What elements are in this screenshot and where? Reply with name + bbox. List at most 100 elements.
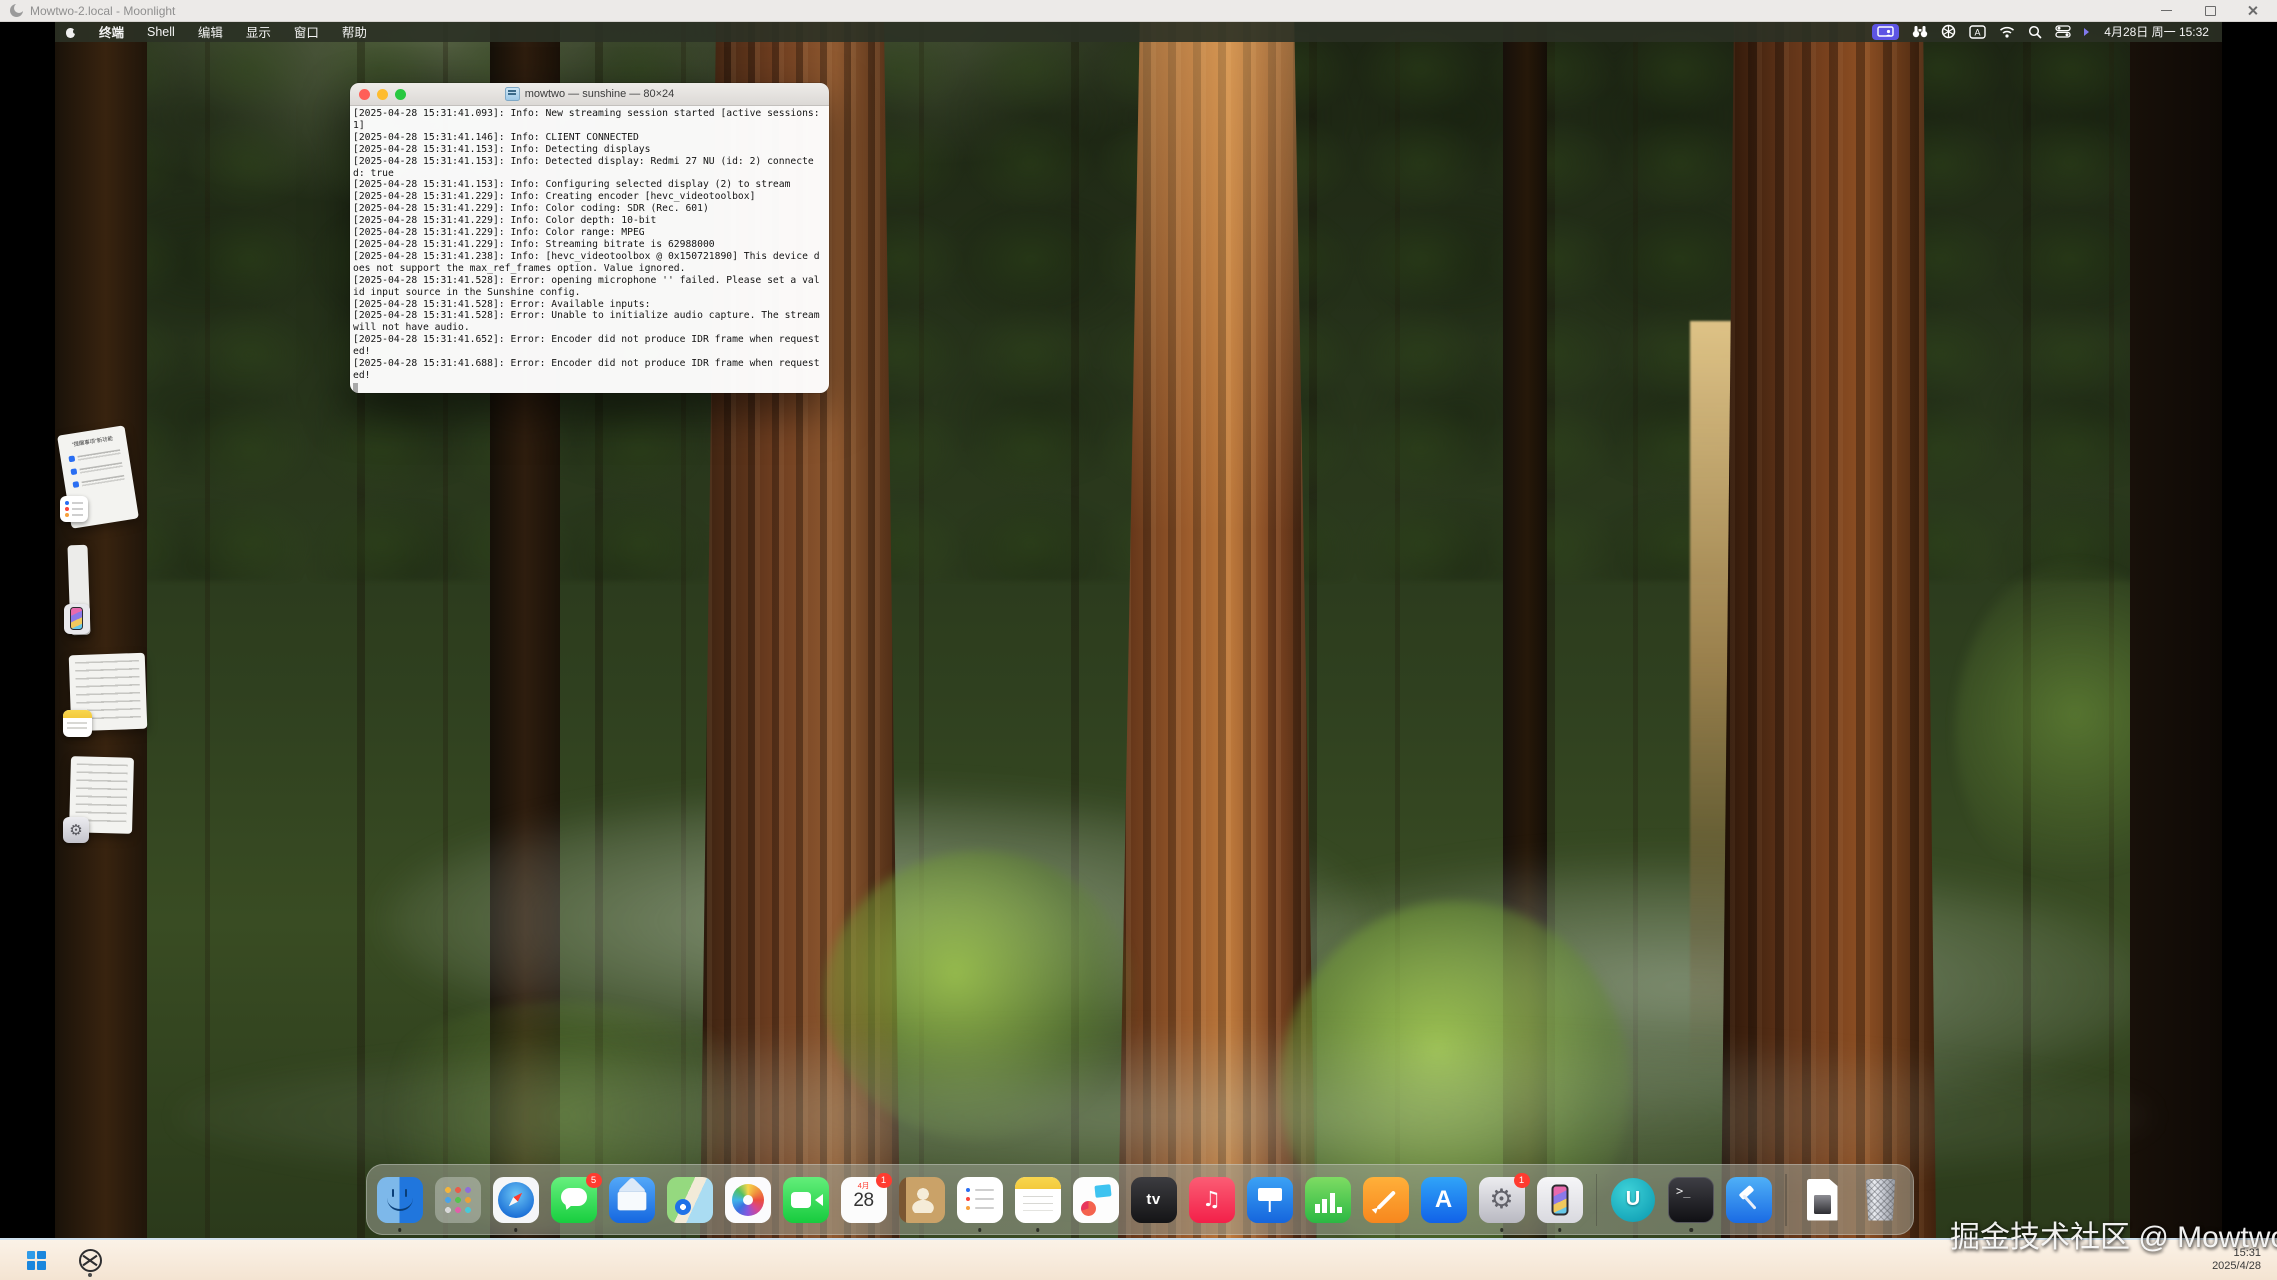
- notification-badge: 5: [586, 1173, 602, 1188]
- xcode-icon: [1726, 1177, 1772, 1223]
- dock-item-safari[interactable]: [493, 1177, 539, 1223]
- utm-icon: [1610, 1177, 1656, 1223]
- windows-taskbar: 15:31 2025/4/28: [0, 1238, 2277, 1280]
- wallpaper-foliage: [1955, 561, 2195, 901]
- terminal-window[interactable]: mowtwo — sunshine — 80×24 [2025-04-28 15…: [350, 83, 829, 393]
- reminders-icon: [60, 496, 88, 522]
- wallpaper-trunk: [1118, 21, 1316, 1238]
- maximize-button[interactable]: [2195, 0, 2225, 21]
- dock-item-maps[interactable]: [667, 1177, 713, 1223]
- wallpaper-fog: [385, 791, 1365, 1051]
- terminal-minimize-button[interactable]: [377, 89, 388, 100]
- iphone-icon: [64, 604, 90, 634]
- taskbar-moonlight-button[interactable]: [70, 1243, 110, 1277]
- control-center-icon[interactable]: [2055, 25, 2071, 38]
- calendar-month: 4月: [858, 1181, 870, 1190]
- menubar-clock[interactable]: 4月28日 周一 15:32: [2104, 23, 2209, 40]
- feature-icon: [68, 455, 75, 462]
- minimize-icon: [2161, 10, 2172, 12]
- notification-badge: 1: [876, 1173, 892, 1188]
- menu-help[interactable]: 帮助: [342, 22, 367, 41]
- dock-item-iphone-mirroring[interactable]: [1537, 1177, 1583, 1223]
- spotlight-icon[interactable]: [2028, 25, 2042, 39]
- terminal-zoom-button[interactable]: [395, 89, 406, 100]
- moonlight-status-icon[interactable]: [1941, 24, 1956, 39]
- streamed-macos-display: 终端 Shell 编辑 显示 窗口 帮助 A: [55, 21, 2222, 1238]
- music-icon: [1189, 1177, 1235, 1223]
- terminal-close-button[interactable]: [359, 89, 370, 100]
- running-indicator: [1689, 1228, 1693, 1232]
- moonlight-app-icon: [79, 1249, 102, 1272]
- maps-icon: [667, 1177, 713, 1223]
- photos-icon: [725, 1177, 771, 1223]
- reminders-icon: [957, 1177, 1003, 1223]
- menu-window[interactable]: 窗口: [294, 22, 319, 41]
- dock-item-launchpad[interactable]: [435, 1177, 481, 1223]
- dock-item-music[interactable]: [1189, 1177, 1235, 1223]
- launchpad-icon: [435, 1177, 481, 1223]
- numbers-icon: [1305, 1177, 1351, 1223]
- dock-item-mail[interactable]: [609, 1177, 655, 1223]
- running-indicator: [1036, 1228, 1040, 1232]
- card-title: “提醒事项”新功能: [61, 432, 123, 450]
- notes-icon: [1015, 1177, 1061, 1223]
- dock-item-keynote[interactable]: [1247, 1177, 1293, 1223]
- running-indicator: [398, 1228, 402, 1232]
- dock-item-numbers[interactable]: [1305, 1177, 1351, 1223]
- dock-item-utm[interactable]: [1610, 1177, 1656, 1223]
- binoculars-icon[interactable]: [1912, 25, 1928, 38]
- menu-shell[interactable]: Shell: [147, 25, 175, 39]
- dock-item-pages[interactable]: [1363, 1177, 1409, 1223]
- menu-app[interactable]: 终端: [99, 22, 124, 41]
- apple-menu-icon[interactable]: [65, 25, 76, 38]
- wallpaper-trunk: [2130, 21, 2222, 1238]
- dock-item-trash[interactable]: [1858, 1177, 1904, 1223]
- running-indicator: [1500, 1228, 1504, 1232]
- moonlight-window-titlebar[interactable]: Mowtwo-2.local - Moonlight: [0, 0, 2277, 22]
- close-icon: [2247, 5, 2258, 16]
- dock-item-notes[interactable]: [1015, 1177, 1061, 1223]
- terminal-body[interactable]: [2025-04-28 15:31:41.093]: Info: New str…: [350, 106, 829, 393]
- dock-item-messages[interactable]: 5: [551, 1177, 597, 1223]
- dock-item-xcode[interactable]: [1726, 1177, 1772, 1223]
- windows-start-button[interactable]: [16, 1243, 56, 1277]
- dock-item-facetime[interactable]: [783, 1177, 829, 1223]
- wallpaper-foliage: [825, 851, 1135, 1141]
- dock-item-finder[interactable]: [377, 1177, 423, 1223]
- dock-item-contacts[interactable]: [899, 1177, 945, 1223]
- taskbar-date: 2025/4/28: [2212, 1260, 2261, 1273]
- wallpaper-fog: [1205, 861, 2155, 1111]
- moonlight-logo-icon: [10, 4, 23, 17]
- dock: 54月281tv1: [366, 1164, 1914, 1235]
- watermark: 掘金技术社区 @ Mowtwo: [1950, 1212, 2277, 1256]
- dock-item-terminal[interactable]: [1668, 1177, 1714, 1223]
- dock-item-photos[interactable]: [725, 1177, 771, 1223]
- dock-item-tv[interactable]: tv: [1131, 1177, 1177, 1223]
- wifi-icon[interactable]: [1999, 26, 2015, 38]
- close-button[interactable]: [2237, 0, 2267, 21]
- menu-view[interactable]: 显示: [246, 22, 271, 41]
- dock-item-appstore[interactable]: [1421, 1177, 1467, 1223]
- dock-item-document[interactable]: [1800, 1177, 1846, 1223]
- screen-mirroring-icon[interactable]: [1872, 24, 1899, 40]
- minimize-button[interactable]: [2151, 0, 2181, 21]
- menu-edit[interactable]: 编辑: [198, 22, 223, 41]
- dock-item-freeform[interactable]: [1073, 1177, 1119, 1223]
- dock-item-calendar[interactable]: 4月281: [841, 1177, 887, 1223]
- terminal-titlebar[interactable]: mowtwo — sunshine — 80×24: [350, 83, 829, 106]
- dock-divider: [1785, 1174, 1787, 1226]
- safari-icon: [493, 1177, 539, 1223]
- notes-icon: [63, 710, 92, 737]
- freeform-icon: [1073, 1177, 1119, 1223]
- calendar-day: 28: [853, 1190, 873, 1211]
- trash-icon: [1858, 1177, 1904, 1223]
- wallpaper-sunlit-tree: [1690, 321, 1732, 1081]
- pages-icon: [1363, 1177, 1409, 1223]
- tv-label: tv: [1146, 1191, 1160, 1208]
- svg-text:A: A: [1975, 27, 1981, 37]
- dock-item-settings[interactable]: 1: [1479, 1177, 1525, 1223]
- terminal-proxy-icon: [505, 87, 520, 101]
- input-source-icon[interactable]: A: [1969, 25, 1986, 39]
- terminal-icon: [1668, 1177, 1714, 1223]
- dock-item-reminders[interactable]: [957, 1177, 1003, 1223]
